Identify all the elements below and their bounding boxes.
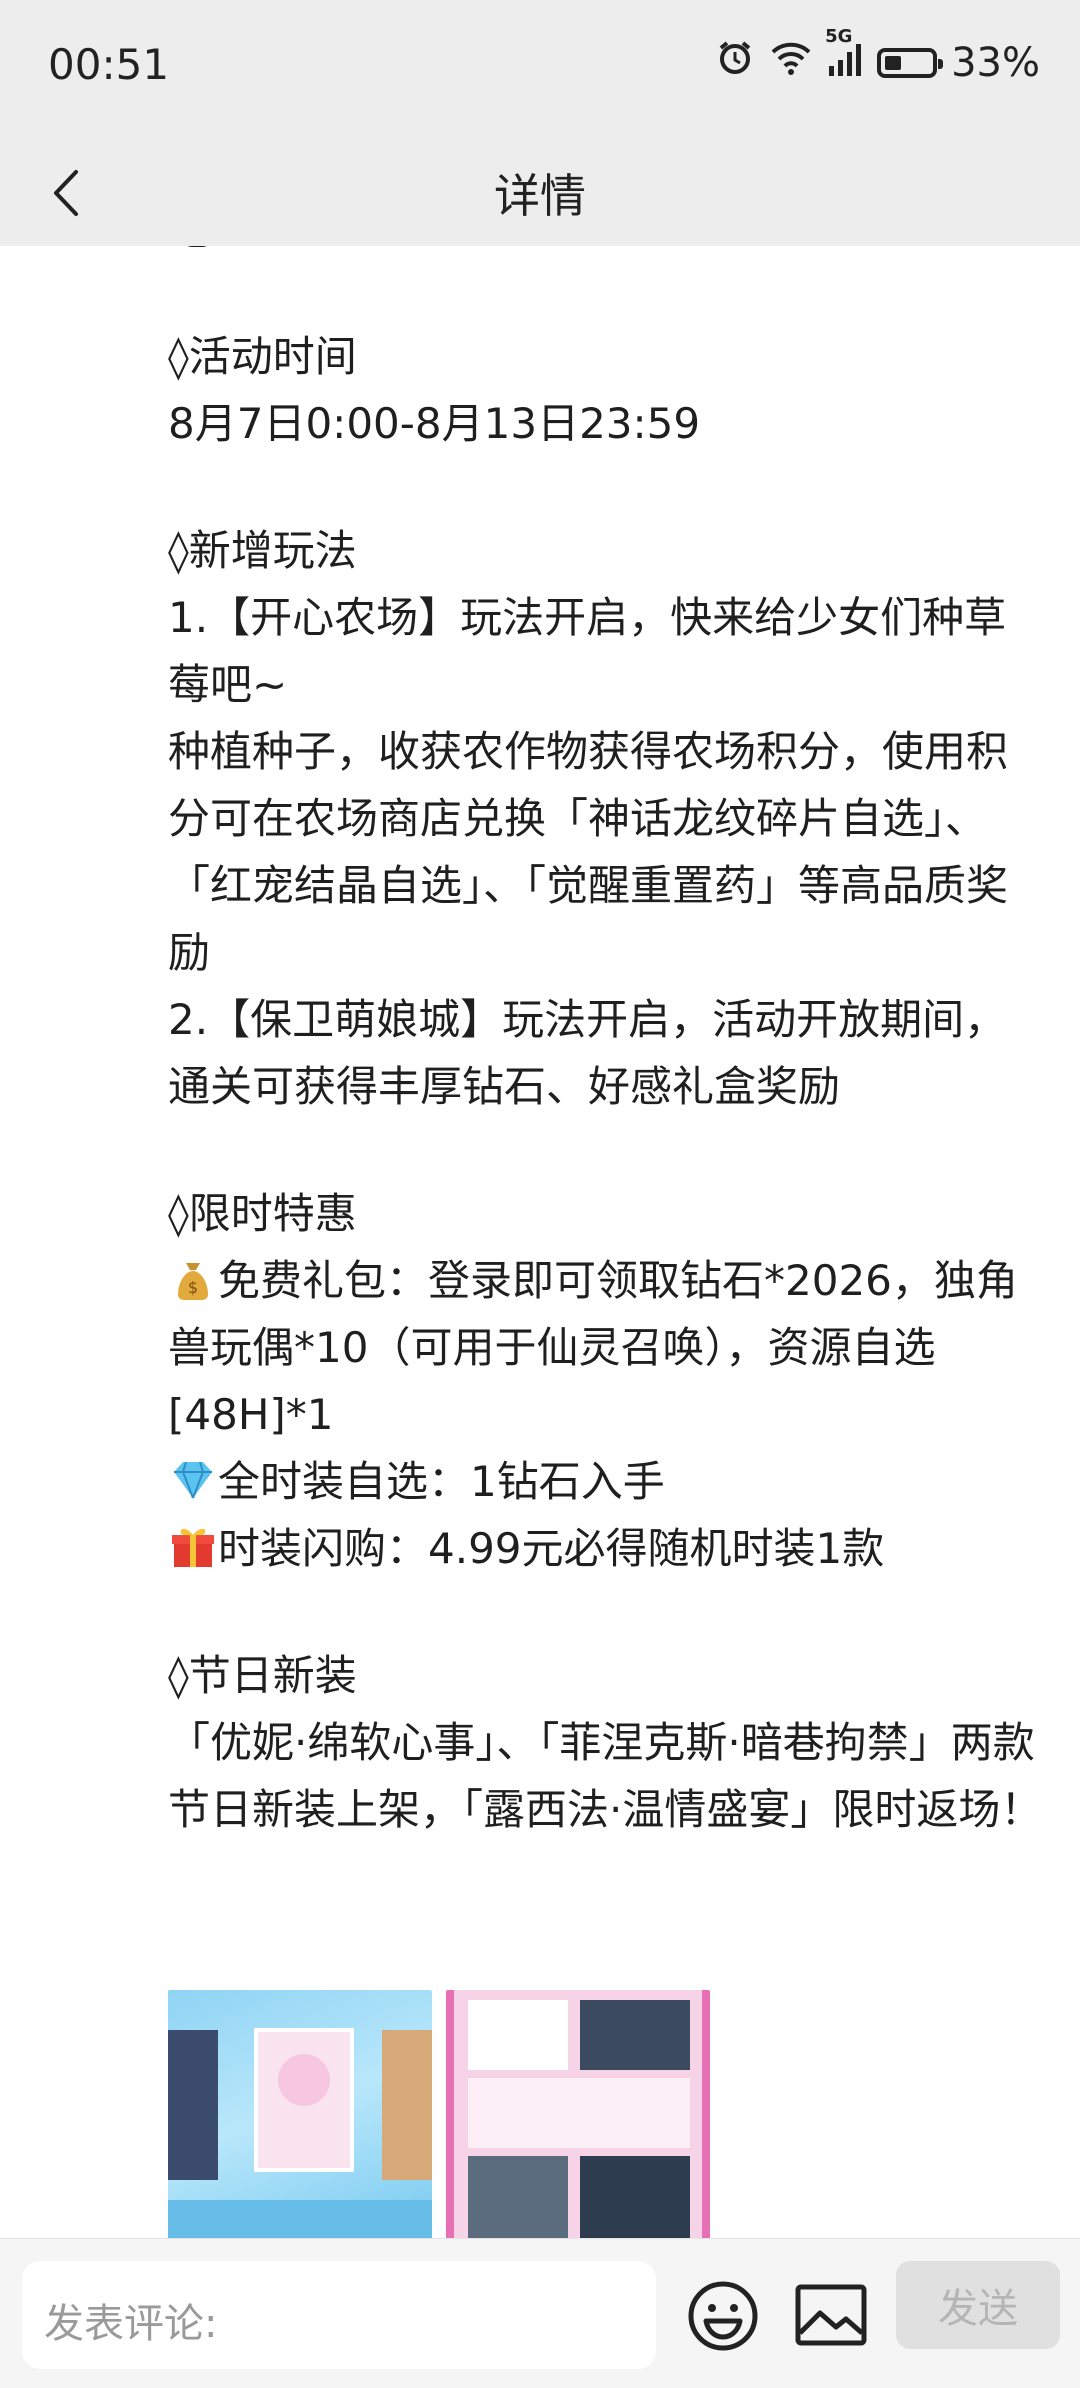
event-image-1-art	[168, 2028, 432, 2238]
section-line: 1.【开心农场】玩法开启，快来给少女们种草莓吧~	[168, 593, 1007, 709]
section-line: 2.【保卫萌娘城】玩法开启，活动开放期间，通关可获得丰厚钻石、好感礼盒奖励	[168, 995, 1007, 1111]
send-button[interactable]: 发送	[896, 2261, 1060, 2349]
comment-bar: 发表评论: 发送	[0, 2238, 1080, 2388]
section-line: 「优妮·绵软心事」、「菲涅克斯·暗巷拘禁」两款节日新装上架，「露西法·温情盛宴」…	[168, 1718, 1043, 1834]
page-title: 详情	[494, 169, 586, 223]
comment-input[interactable]: 发表评论:	[22, 2261, 656, 2369]
comment-placeholder: 发表评论:	[44, 2301, 218, 2347]
battery-icon	[877, 48, 944, 78]
section-line: 种植种子，收获农作物获得农场积分，使用积分可在农场商店兑换「神话龙纹碎片自选」、…	[168, 727, 1009, 977]
offer-item: $ 免费礼包：登录即可领取钻石*2026，独角兽玩偶*10（可用于仙灵召唤），资源…	[168, 1256, 1018, 1439]
article-text: 吧！ ◊活动时间 8月7日0:00-8月13日23:59 ◊新增玩法 1.【开心…	[168, 246, 1048, 1843]
section-heading-offers: ◊限时特惠	[168, 1189, 357, 1238]
signal-icon: 5G	[825, 26, 863, 86]
section-line: 8月7日0:00-8月13日23:59	[168, 399, 701, 448]
section-heading-time: ◊活动时间	[168, 332, 357, 381]
event-image-2-art	[468, 2000, 690, 2238]
money-bag-icon: $	[178, 1263, 208, 1300]
gift-icon	[172, 1528, 214, 1567]
offer-item: 时装闪购：4.99元必得随机时装1款	[168, 1515, 1048, 1582]
emoji-icon	[688, 2281, 758, 2351]
emoji-button[interactable]	[686, 2279, 760, 2357]
image-button[interactable]	[794, 2283, 868, 2351]
section-heading-new-gameplay: ◊新增玩法	[168, 526, 357, 575]
alarm-icon	[715, 38, 755, 88]
offer-item: 全时装自选：1钻石入手	[168, 1448, 1048, 1515]
image-icon	[795, 2284, 867, 2346]
svg-text:$: $	[188, 1278, 198, 1297]
event-image-2[interactable]	[446, 1990, 710, 2238]
article-content: 吧！ ◊活动时间 8月7日0:00-8月13日23:59 ◊新增玩法 1.【开心…	[0, 246, 1080, 2238]
network-type: 5G	[825, 26, 853, 47]
status-bar: 00:51 5G 33%	[0, 0, 1080, 140]
section-heading-new-outfits: ◊节日新装	[168, 1651, 357, 1700]
wifi-icon	[769, 40, 813, 86]
diamond-icon	[174, 1461, 212, 1499]
status-time: 00:51	[48, 40, 170, 89]
event-image-1[interactable]	[168, 1990, 432, 2238]
status-icons: 5G 33%	[715, 26, 1040, 88]
battery-percent: 33%	[951, 40, 1040, 86]
image-gallery	[168, 1990, 710, 2238]
top-nav: 详情	[0, 140, 1080, 246]
article-top-line: 吧！	[168, 246, 1048, 263]
